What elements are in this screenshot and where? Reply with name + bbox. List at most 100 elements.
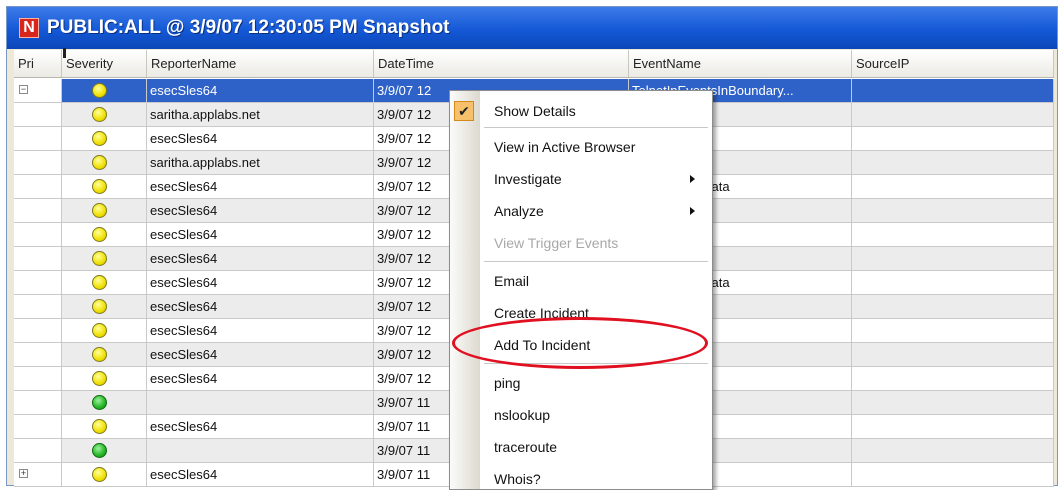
severity-green-icon bbox=[92, 395, 107, 410]
header-col-reporter[interactable]: ReporterName bbox=[147, 50, 374, 77]
submenu-arrow-icon bbox=[690, 207, 695, 215]
menu-item-whois[interactable]: Whois? bbox=[450, 463, 712, 489]
severity-cell bbox=[62, 391, 147, 415]
sourceip-cell bbox=[852, 439, 1054, 463]
menu-item-analyze[interactable]: Analyze bbox=[450, 195, 712, 227]
severity-cell bbox=[62, 103, 147, 127]
pri-cell bbox=[14, 199, 62, 223]
pri-cell bbox=[14, 127, 62, 151]
pri-cell bbox=[14, 319, 62, 343]
reporter-cell: esecSles64 bbox=[147, 415, 374, 439]
menu-item-investigate[interactable]: Investigate bbox=[450, 163, 712, 195]
sourceip-cell bbox=[852, 103, 1054, 127]
severity-cell bbox=[62, 127, 147, 151]
pri-cell bbox=[14, 295, 62, 319]
severity-yellow-icon bbox=[92, 371, 107, 386]
menu-item-show-details[interactable]: ✔ Show Details bbox=[450, 95, 712, 127]
pri-cell bbox=[14, 415, 62, 439]
reporter-cell: esecSles64 bbox=[147, 463, 374, 487]
expand-icon[interactable]: + bbox=[19, 469, 28, 478]
menu-item-label: Whois? bbox=[494, 471, 541, 487]
pri-cell bbox=[14, 343, 62, 367]
menu-item-label: View Trigger Events bbox=[494, 235, 619, 251]
table-header: Pri Severity ReporterName DateTime EventName… bbox=[14, 50, 1054, 78]
reporter-cell: saritha.applabs.net bbox=[147, 103, 374, 127]
severity-yellow-icon bbox=[92, 299, 107, 314]
sourceip-cell bbox=[852, 79, 1054, 103]
reporter-cell: esecSles64 bbox=[147, 199, 374, 223]
severity-yellow-icon bbox=[92, 419, 107, 434]
severity-cell bbox=[62, 223, 147, 247]
reporter-cell: esecSles64 bbox=[147, 319, 374, 343]
header-col-datetime[interactable]: DateTime bbox=[374, 50, 629, 77]
severity-cell bbox=[62, 271, 147, 295]
sourceip-cell bbox=[852, 367, 1054, 391]
sourceip-cell bbox=[852, 343, 1054, 367]
severity-yellow-icon bbox=[92, 251, 107, 266]
pri-cell: + bbox=[14, 463, 62, 487]
sourceip-cell bbox=[852, 223, 1054, 247]
reporter-cell: esecSles64 bbox=[147, 295, 374, 319]
severity-yellow-icon bbox=[92, 323, 107, 338]
severity-yellow-icon bbox=[92, 155, 107, 170]
reporter-cell: esecSles64 bbox=[147, 223, 374, 247]
app-logo-icon: N bbox=[19, 18, 39, 38]
pri-cell bbox=[14, 391, 62, 415]
menu-item-label: View in Active Browser bbox=[494, 139, 636, 155]
severity-yellow-icon bbox=[92, 227, 107, 242]
severity-yellow-icon bbox=[92, 83, 107, 98]
title-bar[interactable]: N PUBLIC:ALL @ 3/9/07 12:30:05 PM Snapsh… bbox=[7, 7, 1057, 49]
sourceip-cell bbox=[852, 319, 1054, 343]
menu-item-add-to-incident[interactable]: Add To Incident bbox=[450, 329, 712, 361]
sourceip-cell bbox=[852, 199, 1054, 223]
menu-item-email[interactable]: Email bbox=[450, 265, 712, 297]
menu-item-traceroute[interactable]: traceroute bbox=[450, 431, 712, 463]
severity-yellow-icon bbox=[92, 467, 107, 482]
menu-item-ping[interactable]: ping bbox=[450, 367, 712, 399]
severity-yellow-icon bbox=[92, 347, 107, 362]
severity-cell bbox=[62, 319, 147, 343]
menu-item-create-incident[interactable]: Create Incident bbox=[450, 297, 712, 329]
severity-yellow-icon bbox=[92, 179, 107, 194]
pri-cell bbox=[14, 223, 62, 247]
header-col-event[interactable]: EventName bbox=[629, 50, 852, 77]
pri-cell bbox=[14, 271, 62, 295]
pri-cell bbox=[14, 175, 62, 199]
severity-yellow-icon bbox=[92, 107, 107, 122]
pri-cell bbox=[14, 439, 62, 463]
submenu-arrow-icon bbox=[690, 175, 695, 183]
severity-cell bbox=[62, 415, 147, 439]
header-col-severity[interactable]: Severity bbox=[62, 50, 147, 77]
menu-item-label: Analyze bbox=[494, 203, 544, 219]
pri-cell bbox=[14, 103, 62, 127]
header-col-pri[interactable]: Pri bbox=[14, 50, 62, 77]
sourceip-cell bbox=[852, 151, 1054, 175]
reporter-cell: saritha.applabs.net bbox=[147, 151, 374, 175]
severity-cell bbox=[62, 463, 147, 487]
pri-cell bbox=[14, 367, 62, 391]
severity-cell bbox=[62, 199, 147, 223]
severity-yellow-icon bbox=[92, 131, 107, 146]
pri-cell: − bbox=[14, 79, 62, 103]
menu-item-label: Show Details bbox=[494, 103, 576, 119]
menu-separator bbox=[484, 261, 708, 262]
collapse-icon[interactable]: − bbox=[19, 85, 28, 94]
menu-item-label: Investigate bbox=[494, 171, 562, 187]
sourceip-cell bbox=[852, 175, 1054, 199]
menu-separator bbox=[484, 127, 708, 128]
menu-item-view-in-active-browser[interactable]: View in Active Browser bbox=[450, 131, 712, 163]
severity-cell bbox=[62, 367, 147, 391]
window-title: PUBLIC:ALL @ 3/9/07 12:30:05 PM Snapshot bbox=[47, 17, 450, 38]
column-resize-handle[interactable] bbox=[63, 48, 66, 58]
reporter-cell bbox=[147, 439, 374, 463]
severity-yellow-icon bbox=[92, 275, 107, 290]
sourceip-cell bbox=[852, 415, 1054, 439]
header-col-sourceip[interactable]: SourceIP bbox=[852, 50, 1054, 77]
menu-item-label: traceroute bbox=[494, 439, 558, 455]
reporter-cell: esecSles64 bbox=[147, 247, 374, 271]
severity-cell bbox=[62, 343, 147, 367]
menu-item-nslookup[interactable]: nslookup bbox=[450, 399, 712, 431]
menu-item-label: Email bbox=[494, 273, 530, 289]
severity-cell bbox=[62, 79, 147, 103]
reporter-cell: esecSles64 bbox=[147, 271, 374, 295]
